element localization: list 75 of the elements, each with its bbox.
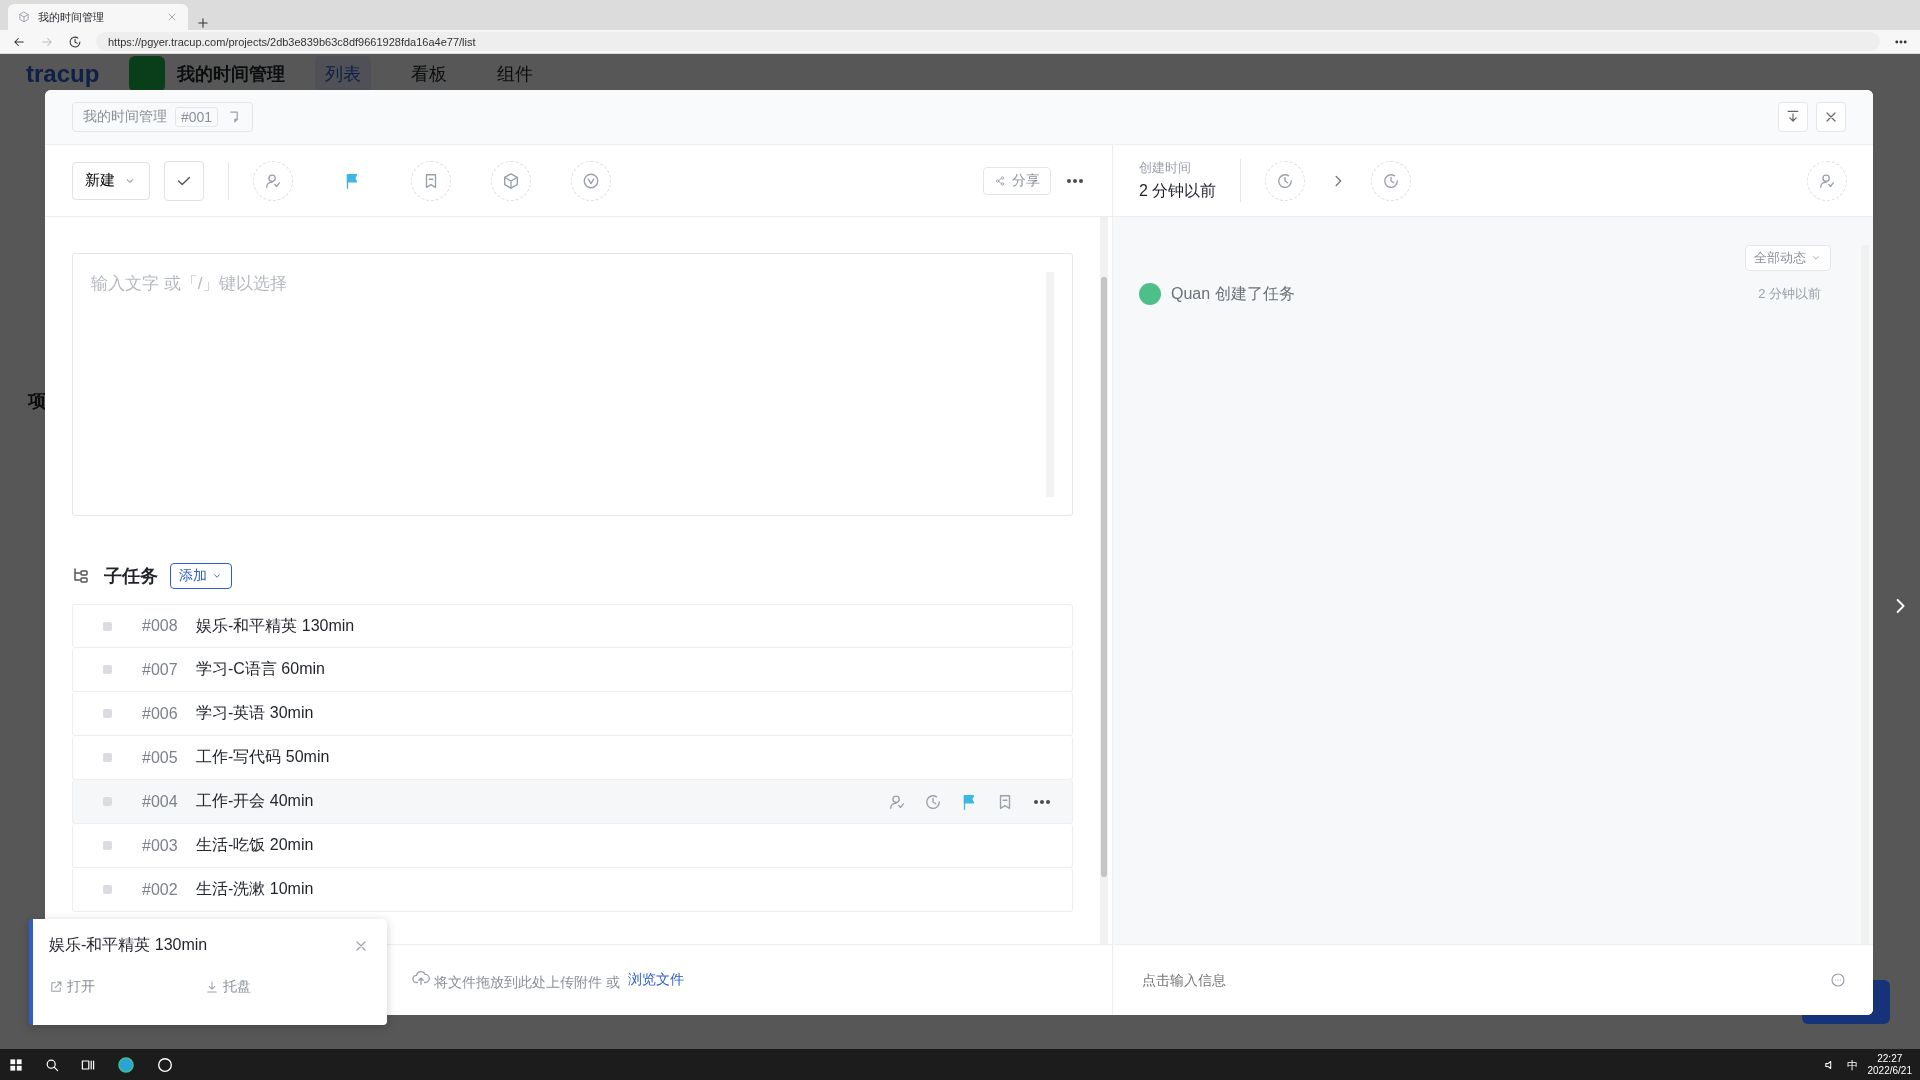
project-icon bbox=[129, 56, 166, 92]
clock-icon[interactable] bbox=[924, 792, 942, 811]
status-square-icon bbox=[103, 841, 112, 850]
status-square-icon bbox=[103, 885, 112, 894]
clock[interactable]: 22:27 2022/6/21 bbox=[1867, 1053, 1912, 1077]
status-square-icon bbox=[103, 665, 112, 674]
app-icon[interactable] bbox=[156, 1056, 174, 1074]
status-square-icon bbox=[103, 753, 112, 762]
start-icon[interactable] bbox=[8, 1057, 24, 1073]
project-name: 我的时间管理 bbox=[83, 108, 167, 126]
external-link-icon bbox=[49, 980, 63, 994]
browser-icon[interactable] bbox=[116, 1055, 136, 1075]
editor-placeholder: 输入文字 或「/」键以选择 bbox=[91, 273, 289, 295]
popup-action[interactable]: 打开 bbox=[49, 978, 95, 996]
subtask-title: 娱乐-和平精英 130min bbox=[196, 615, 356, 636]
complete-button[interactable] bbox=[164, 160, 204, 201]
created-time: 2 分钟以前 bbox=[1139, 181, 1217, 201]
subtask-row[interactable]: #008 娱乐-和平精英 130min bbox=[72, 604, 1073, 648]
subtask-row[interactable]: #004 工作-开会 40min bbox=[72, 780, 1073, 824]
subtask-row[interactable]: #007 学习-C语言 60min bbox=[72, 648, 1073, 692]
add-dropdown[interactable]: 添加 bbox=[170, 563, 232, 589]
scrollbar-track[interactable] bbox=[1100, 217, 1108, 944]
subtask-id: #008 bbox=[142, 617, 179, 635]
new-tab-icon[interactable] bbox=[196, 16, 210, 30]
subtask-title: 工作-写代码 50min bbox=[196, 747, 331, 767]
cube-icon bbox=[502, 171, 520, 190]
subtask-id: #006 bbox=[142, 704, 179, 723]
browse-files-link[interactable]: 浏览文件 bbox=[627, 971, 684, 989]
search-icon[interactable] bbox=[44, 1057, 60, 1073]
subtask-title: 生活-吃饭 20min bbox=[196, 835, 315, 855]
browser-tab[interactable]: 我的时间管理 bbox=[8, 4, 188, 30]
ime-indicator[interactable]: 中 bbox=[1846, 1057, 1858, 1073]
created-label: 创建时间 bbox=[1139, 159, 1192, 177]
subtask-id: #003 bbox=[142, 836, 179, 855]
subtask-row[interactable]: #006 学习-英语 30min bbox=[72, 692, 1073, 736]
section-title: 子任务 bbox=[104, 565, 158, 588]
address-bar[interactable]: https://pgyer.tracup.com/projects/2db3e839b63c8df9661928fda16a4e77/list bbox=[96, 32, 1880, 51]
download-icon bbox=[205, 980, 219, 994]
share-icon bbox=[994, 174, 1006, 187]
subtask-row[interactable]: #002 生活-洗漱 10min bbox=[72, 868, 1073, 912]
clock-icon bbox=[1276, 171, 1295, 190]
clock-icon bbox=[1382, 171, 1401, 190]
chevron-circle-icon bbox=[582, 171, 600, 190]
reload-icon[interactable] bbox=[68, 34, 82, 49]
subtask-title: 学习-英语 30min bbox=[196, 703, 315, 723]
subtask-title: 学习-C语言 60min bbox=[196, 659, 326, 679]
status-square-icon bbox=[103, 709, 112, 718]
project-title: 我的时间管理 bbox=[177, 63, 286, 86]
task-view-icon[interactable] bbox=[80, 1057, 96, 1073]
sidebar-heading: 项 bbox=[28, 390, 46, 413]
activity-text: Quan 创建了任务 bbox=[1171, 283, 1296, 304]
subtask-row[interactable]: #005 工作-写代码 50min bbox=[72, 736, 1073, 780]
subtask-title: 生活-洗漱 10min bbox=[196, 879, 315, 899]
subtask-id: #002 bbox=[142, 880, 179, 899]
subtask-id: #004 bbox=[142, 792, 179, 811]
cloud-upload-icon bbox=[412, 968, 430, 987]
avatar bbox=[1139, 283, 1161, 305]
activity-filter-dropdown[interactable]: 全部动态 bbox=[1745, 245, 1831, 271]
subtask-id: #005 bbox=[142, 748, 179, 767]
status-square-icon bbox=[103, 621, 112, 631]
status-dropdown[interactable]: 新建 bbox=[72, 161, 150, 200]
activity-time: 2 分钟以前 bbox=[1758, 285, 1821, 303]
emoji-icon[interactable] bbox=[1830, 972, 1846, 988]
close-button[interactable] bbox=[1816, 102, 1846, 132]
status-square-icon bbox=[103, 797, 112, 806]
download-button[interactable] bbox=[1778, 102, 1808, 132]
close-icon[interactable] bbox=[166, 11, 178, 23]
subtask-id: #007 bbox=[142, 660, 179, 679]
subtask-title: 工作-开会 40min bbox=[196, 791, 315, 811]
upload-hint: 将文件拖放到此处上传附件 或 bbox=[412, 968, 620, 992]
task-id: #001 bbox=[175, 107, 219, 127]
popup-action[interactable]: 托盘 bbox=[205, 978, 251, 996]
subtask-row[interactable]: #003 生活-吃饭 20min bbox=[72, 824, 1073, 868]
app-logo: tracup bbox=[26, 60, 100, 88]
scrollbar-thumb[interactable] bbox=[1101, 277, 1107, 877]
